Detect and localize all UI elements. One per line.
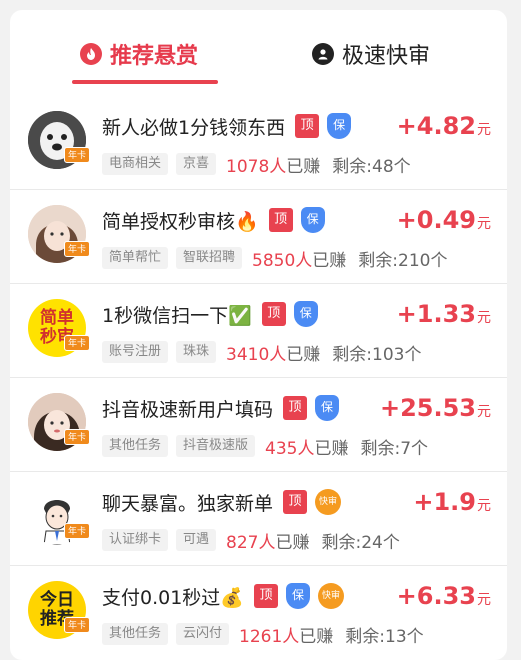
merchant-chip: 京喜 xyxy=(176,153,217,175)
remaining-count: 剩余:7个 xyxy=(360,438,429,459)
category-chip: 电商相关 xyxy=(102,153,169,175)
category-chip: 账号注册 xyxy=(102,341,169,363)
merchant-chip: 可遇 xyxy=(176,529,217,551)
task-title: 1秒微信扫一下✅ xyxy=(102,304,252,327)
guarantee-shield-icon: 保 xyxy=(285,583,310,609)
reward-amount: +1.33 元 xyxy=(396,300,491,328)
reward-amount: +6.33 元 xyxy=(396,582,491,610)
top-tag: 顶 xyxy=(253,584,278,608)
avatar: 年卡 xyxy=(28,487,90,545)
merchant-chip: 抖音极速版 xyxy=(176,435,256,457)
avatar: 简单 秒审 年卡 xyxy=(28,299,90,357)
guarantee-shield-icon: 保 xyxy=(300,207,325,233)
fast-review-tag: 快审 xyxy=(317,583,344,609)
user-icon xyxy=(312,43,334,65)
earned-count: 1261人 xyxy=(239,626,300,647)
task-title: 抖音极速新用户填码 xyxy=(102,398,274,421)
task-row[interactable]: 今日 推荐 年卡 支付0.01秒过💰 顶 保 快审 +6.33 元 其他任务 云闪… xyxy=(10,566,507,660)
avatar: 年卡 xyxy=(28,393,90,451)
tab-fast-review-label: 极速快审 xyxy=(342,44,431,69)
earned-count: 435人 xyxy=(265,438,315,459)
task-title: 新人必做1分钱领东西 xyxy=(102,116,286,139)
merchant-chip: 珠珠 xyxy=(176,341,217,363)
reward-amount: +4.82 元 xyxy=(396,112,491,140)
category-chip: 认证绑卡 xyxy=(102,529,169,551)
category-chip: 其他任务 xyxy=(102,623,169,645)
remaining-count: 剩余:13个 xyxy=(345,626,424,647)
task-row[interactable]: 年卡 简单授权秒审核🔥 顶 保 +0.49 元 简单帮忙 智联招聘 5850人 已赚… xyxy=(10,190,507,284)
tab-recommended[interactable]: 推荐悬赏 xyxy=(80,34,198,74)
fire-icon xyxy=(80,43,102,65)
fast-review-tag: 快审 xyxy=(315,489,342,515)
remaining-count: 剩余:210个 xyxy=(358,250,448,271)
reward-amount: +0.49 元 xyxy=(396,206,491,234)
remaining-count: 剩余:103个 xyxy=(332,344,422,365)
tab-bar: 推荐悬赏 极速快审 xyxy=(10,10,507,90)
task-row[interactable]: 简单 秒审 年卡 1秒微信扫一下✅ 顶 保 +1.33 元 账号注册 珠珠 341… xyxy=(10,284,507,378)
merchant-chip: 智联招聘 xyxy=(176,247,243,269)
earned-count: 3410人 xyxy=(226,344,287,365)
avatar: 年卡 xyxy=(28,111,90,169)
annual-card-badge: 年卡 xyxy=(63,241,90,257)
avatar: 年卡 xyxy=(28,205,90,263)
guarantee-shield-icon: 保 xyxy=(315,395,340,421)
top-tag: 顶 xyxy=(261,302,286,326)
annual-card-badge: 年卡 xyxy=(63,335,90,351)
remaining-count: 剩余:48个 xyxy=(332,156,411,177)
task-card: 推荐悬赏 极速快审 年卡 新人必做1分钱领东西 顶 保 +4.82 元 电商相关… xyxy=(10,10,507,660)
task-row[interactable]: 年卡 抖音极速新用户填码 顶 保 +25.53 元 其他任务 抖音极速版 435人… xyxy=(10,378,507,472)
task-row[interactable]: 年卡 聊天暴富。独家新单 顶 快审 +1.9 元 认证绑卡 可遇 827人 已赚 剩… xyxy=(10,472,507,566)
top-tag: 顶 xyxy=(295,114,320,138)
reward-amount: +1.9 元 xyxy=(413,488,491,516)
category-chip: 简单帮忙 xyxy=(102,247,169,269)
annual-card-badge: 年卡 xyxy=(63,523,90,539)
guarantee-shield-icon: 保 xyxy=(327,113,352,139)
annual-card-badge: 年卡 xyxy=(63,617,90,633)
active-tab-indicator xyxy=(72,80,218,84)
tab-recommended-label: 推荐悬赏 xyxy=(110,44,199,69)
tab-fast-review[interactable]: 极速快审 xyxy=(312,34,430,74)
merchant-chip: 云闪付 xyxy=(176,623,230,645)
annual-card-badge: 年卡 xyxy=(63,429,90,445)
task-row[interactable]: 年卡 新人必做1分钱领东西 顶 保 +4.82 元 电商相关 京喜 1078人 已赚… xyxy=(10,96,507,190)
earned-count: 1078人 xyxy=(226,156,287,177)
top-tag: 顶 xyxy=(283,490,308,514)
annual-card-badge: 年卡 xyxy=(63,147,90,163)
task-title: 聊天暴富。独家新单 xyxy=(102,492,274,515)
avatar: 今日 推荐 年卡 xyxy=(28,581,90,639)
top-tag: 顶 xyxy=(283,396,308,420)
guarantee-shield-icon: 保 xyxy=(293,301,318,327)
top-tag: 顶 xyxy=(268,208,293,232)
category-chip: 其他任务 xyxy=(102,435,169,457)
task-title: 简单授权秒审核🔥 xyxy=(102,210,259,233)
reward-amount: +25.53 元 xyxy=(379,394,491,422)
remaining-count: 剩余:24个 xyxy=(321,532,400,553)
task-list: 年卡 新人必做1分钱领东西 顶 保 +4.82 元 电商相关 京喜 1078人 已赚… xyxy=(10,96,507,660)
earned-count: 827人 xyxy=(226,532,276,553)
earned-count: 5850人 xyxy=(252,250,313,271)
task-title: 支付0.01秒过💰 xyxy=(102,586,244,609)
